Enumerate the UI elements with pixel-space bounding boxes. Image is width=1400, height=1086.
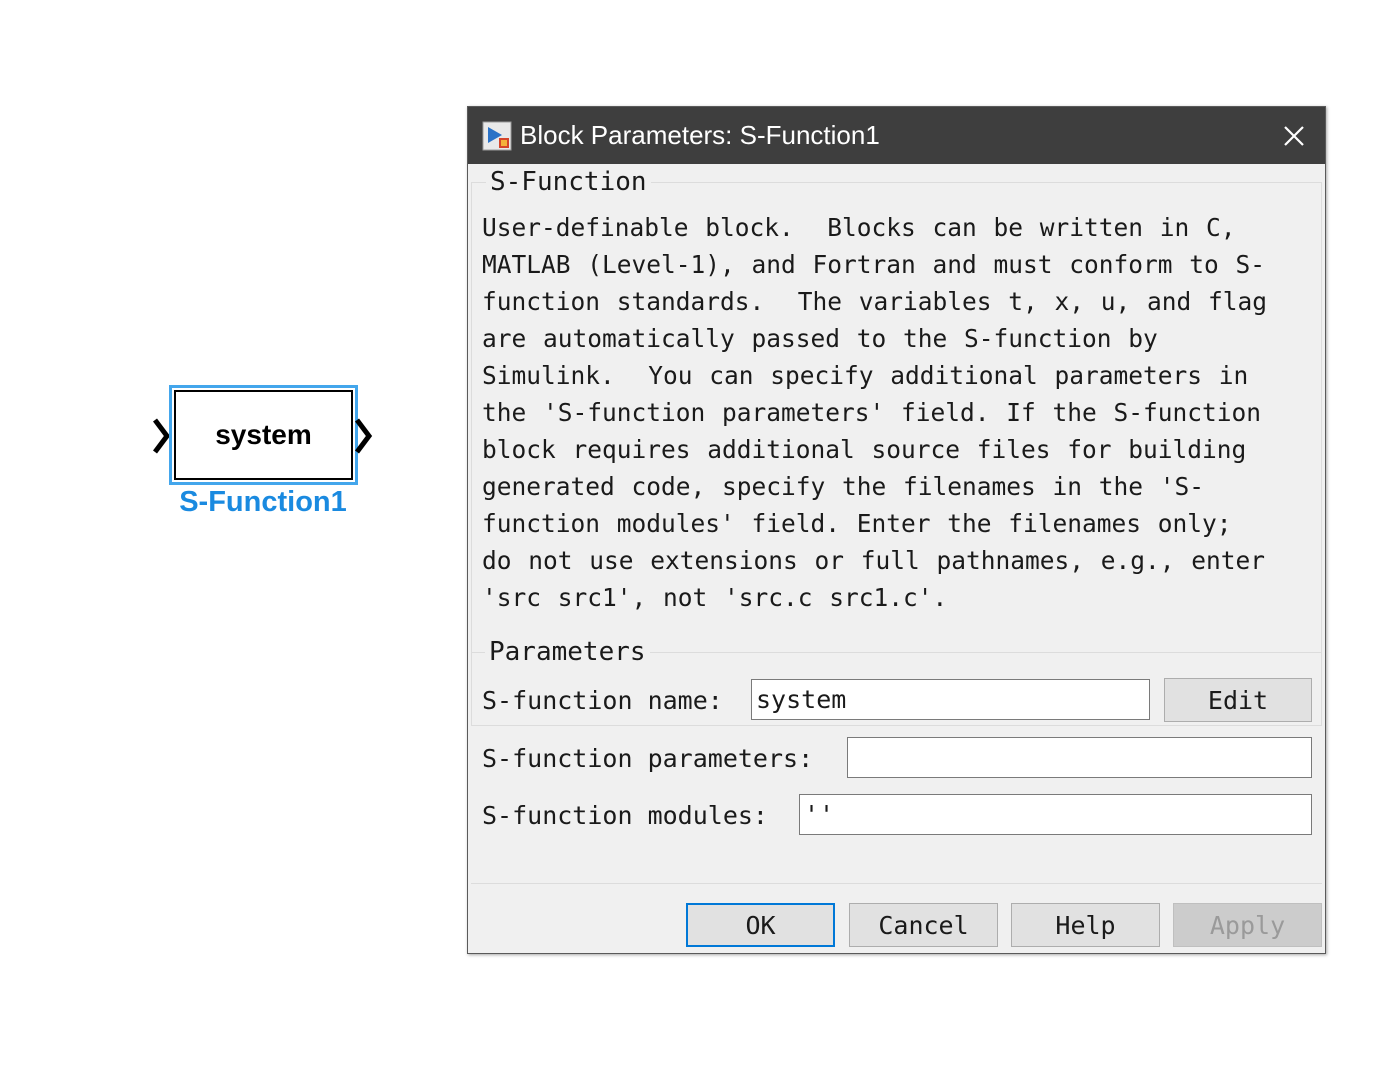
s-function-name-label: S-function name: bbox=[482, 686, 723, 715]
s-function-block-label[interactable]: S-Function1 bbox=[150, 486, 376, 519]
model-canvas[interactable]: system S-Function1 bbox=[0, 0, 460, 1086]
close-icon[interactable] bbox=[1279, 121, 1309, 151]
s-function-group-title: S-Function bbox=[486, 166, 651, 198]
apply-button[interactable]: Apply bbox=[1173, 903, 1322, 947]
output-port-icon bbox=[355, 418, 373, 454]
help-button[interactable]: Help bbox=[1011, 903, 1160, 947]
parameters-group-title: Parameters bbox=[485, 636, 650, 668]
parameters-group: Parameters S-function name: Edit S-funct… bbox=[471, 636, 1322, 884]
s-function-block-body: system bbox=[174, 390, 353, 480]
s-function-block-text: system bbox=[215, 419, 312, 450]
cancel-button[interactable]: Cancel bbox=[849, 903, 998, 947]
ok-button[interactable]: OK bbox=[686, 903, 835, 947]
footer-divider bbox=[471, 883, 1322, 884]
edit-button[interactable]: Edit bbox=[1164, 678, 1312, 722]
s-function-parameters-input[interactable] bbox=[847, 737, 1312, 778]
simulink-block-icon bbox=[482, 121, 512, 151]
dialog-titlebar[interactable]: Block Parameters: S-Function1 bbox=[468, 107, 1325, 164]
block-parameters-dialog: Block Parameters: S-Function1 S-Function… bbox=[467, 106, 1326, 954]
s-function-modules-input[interactable] bbox=[799, 794, 1312, 835]
s-function-block[interactable]: system bbox=[169, 385, 358, 485]
s-function-modules-label: S-function modules: bbox=[482, 801, 768, 830]
s-function-name-input[interactable] bbox=[751, 679, 1150, 720]
s-function-parameters-label: S-function parameters: bbox=[482, 744, 814, 773]
description-text: User-definable block. Blocks can be writ… bbox=[482, 213, 1268, 612]
dialog-title: Block Parameters: S-Function1 bbox=[520, 120, 880, 150]
